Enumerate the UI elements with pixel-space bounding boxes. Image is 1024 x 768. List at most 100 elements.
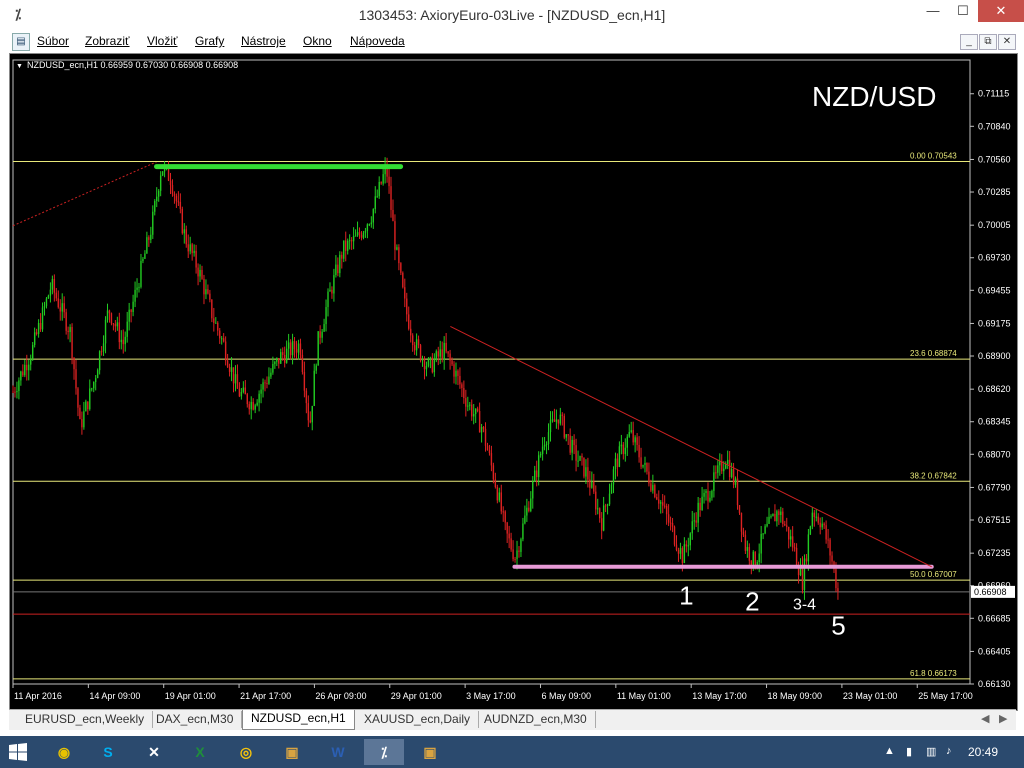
menu-nastroje[interactable]: Nástroje	[241, 34, 286, 48]
mdi-close-button[interactable]: ✕	[998, 34, 1016, 50]
candle-body	[85, 401, 87, 412]
candle-body	[431, 357, 434, 373]
candle-body	[660, 502, 662, 504]
tray-devices-icon[interactable]: ▮	[906, 745, 912, 758]
candle-body	[606, 504, 609, 506]
photo-icon[interactable]: ▣	[410, 739, 450, 765]
candle-body	[152, 211, 154, 235]
clock[interactable]: 20:49	[968, 745, 998, 759]
chrome-icon[interactable]: ◎	[226, 739, 266, 765]
candle-body	[709, 497, 711, 502]
candle-body	[57, 298, 59, 308]
candle-body	[478, 410, 481, 433]
candle-body	[748, 547, 751, 561]
y-tick-label: 0.69175	[978, 318, 1011, 328]
price-chart[interactable]: ▼ NZDUSD_ecn,H1 0.66959 0.67030 0.66908 0…	[10, 54, 1017, 710]
tab-eurusd-weekly[interactable]: EURUSD_ecn,Weekly	[17, 711, 154, 728]
candle-body	[197, 267, 199, 277]
candle-body	[285, 348, 288, 363]
candle-body	[319, 331, 321, 338]
mdi-minimize-button[interactable]: _	[960, 34, 978, 50]
menu-subor[interactable]: Súbor	[37, 34, 69, 48]
unknown-app-icon[interactable]: ✕	[134, 739, 174, 765]
candle-body	[138, 286, 140, 288]
y-tick-label: 0.68620	[978, 384, 1011, 394]
candle-body	[144, 253, 146, 259]
candle-body	[116, 322, 119, 327]
minimize-icon[interactable]: —	[918, 0, 948, 22]
menu-okno[interactable]: Okno	[303, 34, 332, 48]
metatrader-icon[interactable]: ◉	[44, 739, 84, 765]
candle-body	[191, 244, 193, 254]
y-tick-label: 0.67790	[978, 482, 1011, 492]
candle-body	[738, 505, 741, 513]
tray-network-icon[interactable]: ▥	[926, 745, 936, 758]
tray-arrow-icon[interactable]: ▲	[884, 745, 895, 757]
candle-body	[323, 324, 325, 332]
wave-label: 2	[745, 587, 759, 617]
candle-body	[217, 322, 219, 331]
candle-body	[16, 390, 18, 393]
candle-body	[382, 174, 384, 184]
excel-icon[interactable]: X	[180, 739, 220, 765]
mdi-restore-button[interactable]: ⧉	[979, 34, 997, 50]
candle-body	[768, 516, 770, 524]
candle-body	[280, 352, 282, 364]
candle-body	[697, 502, 699, 523]
candle-body	[587, 467, 589, 480]
windows-start-icon[interactable]	[8, 742, 28, 762]
candle-body	[457, 370, 459, 376]
tab-scroll-left-icon[interactable]: ◀	[981, 712, 989, 725]
chart-window-icon[interactable]: ▤	[12, 33, 30, 51]
tab-xauusd-daily[interactable]: XAUUSD_ecn,Daily	[356, 711, 480, 728]
candle-body	[740, 512, 743, 532]
maximize-icon[interactable]: ☐	[948, 0, 978, 22]
tab-scroll-right-icon[interactable]: ▶	[999, 712, 1007, 725]
candle-body	[439, 349, 441, 357]
candle-body	[575, 445, 577, 461]
candle-body	[67, 330, 69, 333]
x-tick-label: 11 May 01:00	[617, 691, 671, 701]
candle-body	[516, 550, 518, 560]
tray-volume-icon[interactable]: ♪	[946, 745, 952, 757]
candle-body	[807, 534, 810, 562]
metatrader-icon[interactable]: ⁒	[364, 739, 404, 765]
tab-nzdusd-h1[interactable]: NZDUSD_ecn,H1	[242, 710, 355, 730]
candle-body	[368, 224, 371, 226]
candle-body	[577, 460, 579, 462]
candle-body	[201, 269, 203, 279]
candle-body	[262, 382, 264, 390]
candle-body	[819, 522, 821, 528]
word-icon[interactable]: W	[318, 739, 358, 765]
candle-body	[565, 434, 567, 438]
skype-icon[interactable]: S	[88, 739, 128, 765]
menu-napoveda[interactable]: Nápoveda	[350, 34, 405, 48]
candle-body	[616, 458, 619, 467]
candle-body	[41, 307, 44, 330]
menu-grafy[interactable]: Grafy	[195, 34, 224, 48]
candle-body	[618, 446, 621, 467]
tab-audnzd-m30[interactable]: AUDNZD_ecn,M30	[476, 711, 596, 728]
candle-body	[242, 387, 245, 392]
candle-body	[459, 375, 461, 385]
candle-body	[157, 190, 160, 197]
candle-body	[482, 427, 485, 429]
candle-body	[380, 181, 382, 184]
menu-vlozit[interactable]: Vložiť	[147, 34, 178, 48]
tab-dax-m30[interactable]: DAX_ecn,M30	[148, 711, 243, 728]
candle-body	[53, 279, 56, 293]
candle-body	[650, 483, 652, 491]
candle-body	[543, 444, 546, 447]
candle-body	[402, 272, 404, 288]
candle-body	[250, 401, 252, 410]
candle-body	[317, 331, 319, 366]
candle-body	[248, 404, 250, 410]
candle-body	[829, 539, 831, 556]
candle-body	[526, 507, 528, 516]
candle-body	[557, 419, 560, 424]
photo-icon[interactable]: ▣	[272, 739, 312, 765]
menu-zobrazit[interactable]: Zobraziť	[85, 34, 130, 48]
close-icon[interactable]: ✕	[978, 0, 1024, 22]
chart-window[interactable]: ▼ NZDUSD_ecn,H1 0.66959 0.67030 0.66908 0…	[9, 53, 1018, 711]
candle-body	[776, 511, 778, 522]
